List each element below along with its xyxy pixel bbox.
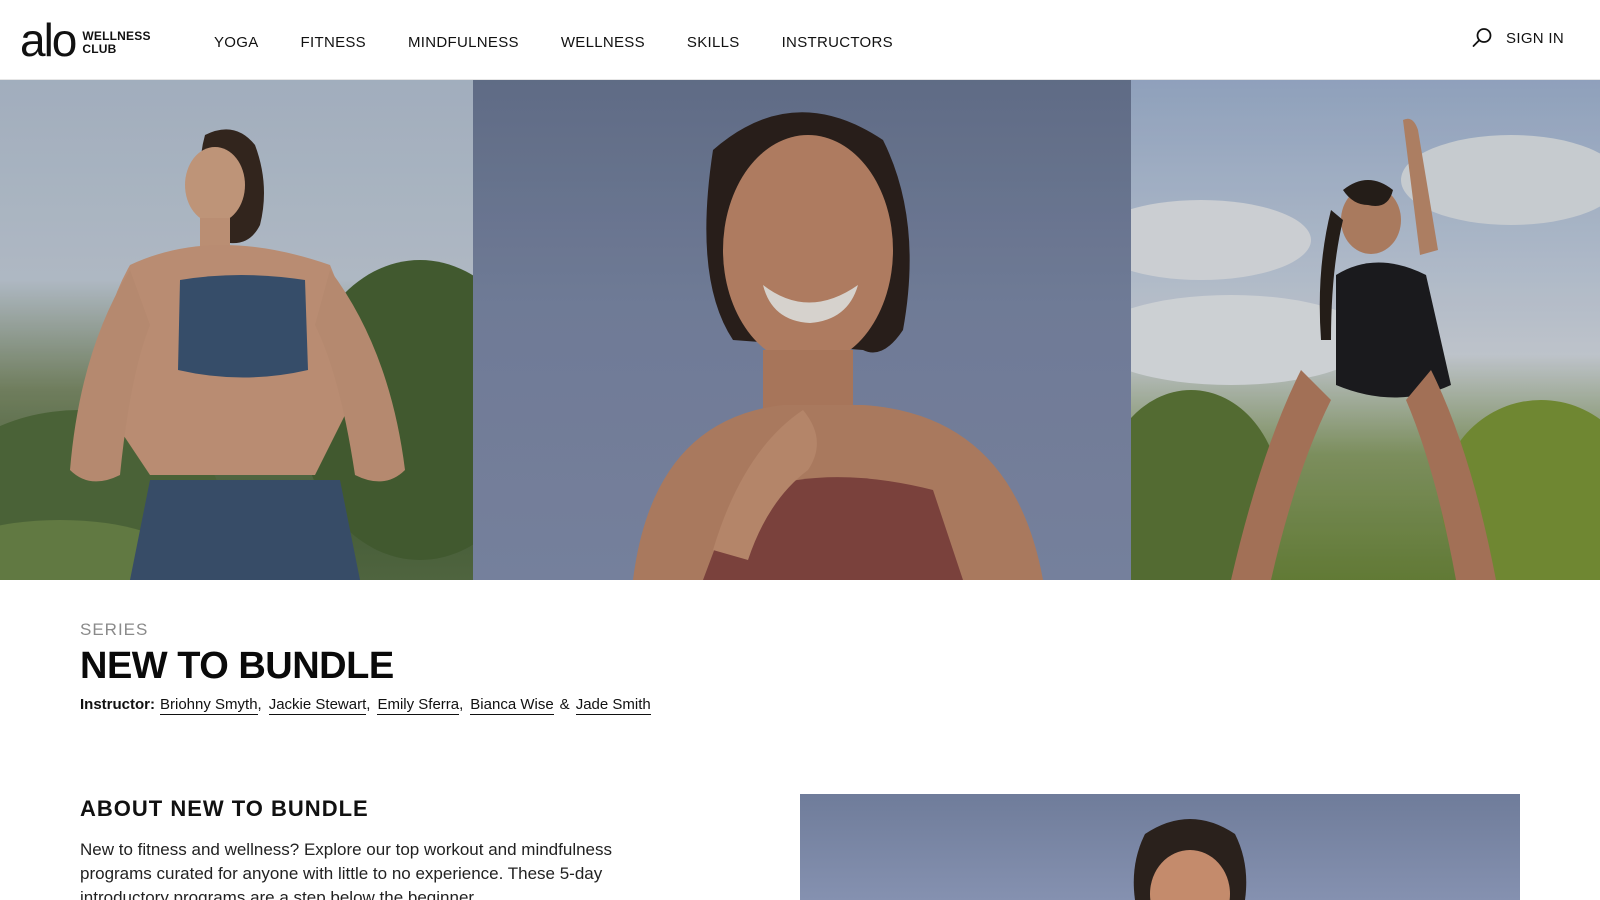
hero-image-center [473,80,1131,580]
instructor-link[interactable]: Jackie Stewart [268,696,367,715]
nav-instructors[interactable]: INSTRUCTORS [782,30,893,51]
nav-fitness[interactable]: FITNESS [301,30,366,51]
header-actions: SIGN IN [1470,26,1564,50]
logo-line-2: CLUB [82,42,117,56]
sign-in-link[interactable]: SIGN IN [1506,30,1564,47]
image-overlay [0,80,473,580]
site-header: alo WELLNESS CLUB YOGA FITNESS MINDFULNE… [0,0,1600,80]
instructor-link[interactable]: Bianca Wise [470,696,554,715]
logo[interactable]: alo WELLNESS CLUB [20,14,151,66]
hero-banner [0,80,1600,580]
image-overlay [1131,80,1600,580]
about-image [800,794,1520,900]
nav-yoga[interactable]: YOGA [214,30,259,51]
hero-image-right [1131,80,1600,580]
main-nav: YOGA FITNESS MINDFULNESS WELLNESS SKILLS… [214,0,935,80]
nav-mindfulness[interactable]: MINDFULNESS [408,30,519,51]
instructor-list: Instructor: Briohny Smyth, Jackie Stewar… [80,696,651,715]
woman-laughing-illustration [1133,819,1247,900]
instructor-link[interactable]: Emily Sferra [377,696,460,715]
logo-subtitle: WELLNESS CLUB [82,24,150,56]
image-overlay [473,80,1131,580]
about-description: New to fitness and wellness? Explore our… [80,840,613,900]
page-title: NEW TO BUNDLE [80,645,394,687]
instructor-link[interactable]: Jade Smith [575,696,651,715]
separator: , [257,696,262,713]
conjunction: & [559,696,570,713]
separator: , [366,696,371,713]
separator: , [459,696,464,713]
nav-skills[interactable]: SKILLS [687,30,740,51]
hero-image-left [0,80,473,580]
nav-wellness[interactable]: WELLNESS [561,30,645,51]
search-icon[interactable] [1470,26,1494,50]
about-heading: ABOUT NEW TO BUNDLE [80,796,369,821]
series-eyebrow: SERIES [80,620,149,639]
instructor-link[interactable]: Briohny Smyth [160,696,258,715]
logo-mark: alo [20,14,77,66]
instructor-label: Instructor: [80,696,155,713]
